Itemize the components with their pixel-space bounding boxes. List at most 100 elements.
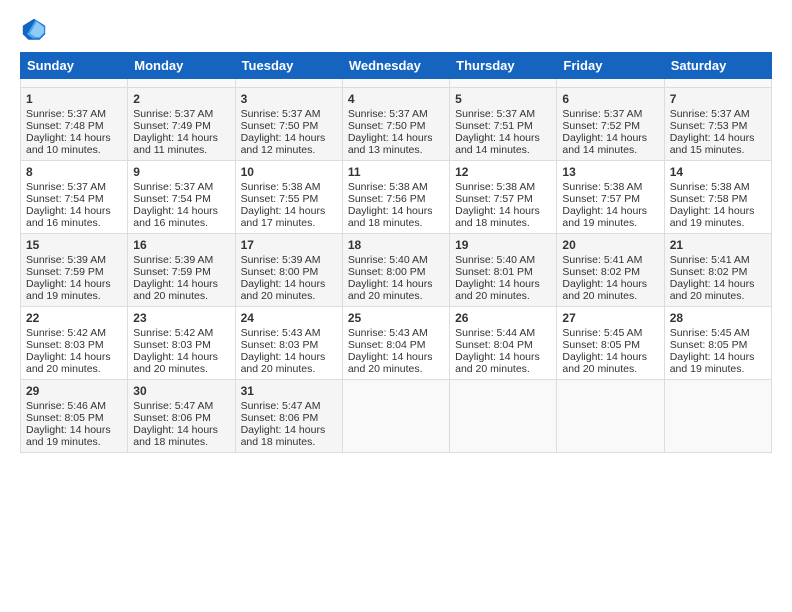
- day-number: 16: [133, 238, 229, 252]
- cell-info: Sunrise: 5:37 AMSunset: 7:54 PMDaylight:…: [133, 181, 218, 229]
- cell-info: Sunrise: 5:37 AMSunset: 7:52 PMDaylight:…: [562, 108, 647, 156]
- cell-info: Sunrise: 5:39 AMSunset: 8:00 PMDaylight:…: [241, 254, 326, 302]
- calendar-cell: 23 Sunrise: 5:42 AMSunset: 8:03 PMDayligh…: [128, 307, 235, 380]
- calendar-header-row: SundayMondayTuesdayWednesdayThursdayFrid…: [21, 53, 772, 79]
- calendar-cell: 15 Sunrise: 5:39 AMSunset: 7:59 PMDayligh…: [21, 234, 128, 307]
- calendar-week-row: 1 Sunrise: 5:37 AMSunset: 7:48 PMDaylight…: [21, 88, 772, 161]
- day-number: 25: [348, 311, 444, 325]
- logo: [20, 16, 52, 44]
- cell-info: Sunrise: 5:37 AMSunset: 7:53 PMDaylight:…: [670, 108, 755, 156]
- calendar-week-row: 15 Sunrise: 5:39 AMSunset: 7:59 PMDayligh…: [21, 234, 772, 307]
- day-number: 8: [26, 165, 122, 179]
- day-number: 2: [133, 92, 229, 106]
- calendar-cell: 1 Sunrise: 5:37 AMSunset: 7:48 PMDaylight…: [21, 88, 128, 161]
- cell-info: Sunrise: 5:39 AMSunset: 7:59 PMDaylight:…: [133, 254, 218, 302]
- calendar-cell: 29 Sunrise: 5:46 AMSunset: 8:05 PMDayligh…: [21, 380, 128, 453]
- day-number: 15: [26, 238, 122, 252]
- calendar-cell: 4Sunrise: 5:37 AMSunset: 7:50 PMDaylight…: [342, 88, 449, 161]
- day-number: 11: [348, 165, 444, 179]
- day-number: 13: [562, 165, 658, 179]
- day-number: 18: [348, 238, 444, 252]
- cell-info: Sunrise: 5:38 AMSunset: 7:57 PMDaylight:…: [455, 181, 540, 229]
- day-number: 22: [26, 311, 122, 325]
- cell-info: Sunrise: 5:37 AMSunset: 7:54 PMDaylight:…: [26, 181, 111, 229]
- calendar-cell: 2 Sunrise: 5:37 AMSunset: 7:49 PMDaylight…: [128, 88, 235, 161]
- calendar-cell: 22Sunrise: 5:42 AMSunset: 8:03 PMDayligh…: [21, 307, 128, 380]
- calendar-table: SundayMondayTuesdayWednesdayThursdayFrid…: [20, 52, 772, 453]
- calendar-cell: 14 Sunrise: 5:38 AMSunset: 7:58 PMDayligh…: [664, 161, 771, 234]
- cell-info: Sunrise: 5:45 AMSunset: 8:05 PMDaylight:…: [562, 327, 647, 375]
- calendar-cell: [342, 380, 449, 453]
- day-number: 27: [562, 311, 658, 325]
- calendar-cell: 10 Sunrise: 5:38 AMSunset: 7:55 PMDayligh…: [235, 161, 342, 234]
- day-number: 24: [241, 311, 337, 325]
- calendar-cell: 7 Sunrise: 5:37 AMSunset: 7:53 PMDaylight…: [664, 88, 771, 161]
- cell-info: Sunrise: 5:37 AMSunset: 7:49 PMDaylight:…: [133, 108, 218, 156]
- cell-info: Sunrise: 5:45 AMSunset: 8:05 PMDaylight:…: [670, 327, 755, 375]
- calendar-cell: [557, 79, 664, 88]
- day-number: 4: [348, 92, 444, 106]
- calendar-cell: 11Sunrise: 5:38 AMSunset: 7:56 PMDayligh…: [342, 161, 449, 234]
- day-number: 7: [670, 92, 766, 106]
- calendar-cell: 6 Sunrise: 5:37 AMSunset: 7:52 PMDaylight…: [557, 88, 664, 161]
- calendar-cell: 25 Sunrise: 5:43 AMSunset: 8:04 PMDayligh…: [342, 307, 449, 380]
- cell-info: Sunrise: 5:40 AMSunset: 8:00 PMDaylight:…: [348, 254, 433, 302]
- day-number: 21: [670, 238, 766, 252]
- cell-info: Sunrise: 5:42 AMSunset: 8:03 PMDaylight:…: [133, 327, 218, 375]
- calendar-cell: 17 Sunrise: 5:39 AMSunset: 8:00 PMDayligh…: [235, 234, 342, 307]
- calendar-cell: 18 Sunrise: 5:40 AMSunset: 8:00 PMDayligh…: [342, 234, 449, 307]
- calendar-cell: 31 Sunrise: 5:47 AMSunset: 8:06 PMDayligh…: [235, 380, 342, 453]
- day-number: 17: [241, 238, 337, 252]
- cell-info: Sunrise: 5:38 AMSunset: 7:55 PMDaylight:…: [241, 181, 326, 229]
- calendar-cell: 5Sunrise: 5:37 AMSunset: 7:51 PMDaylight…: [450, 88, 557, 161]
- column-header-friday: Friday: [557, 53, 664, 79]
- cell-info: Sunrise: 5:43 AMSunset: 8:03 PMDaylight:…: [241, 327, 326, 375]
- cell-info: Sunrise: 5:47 AMSunset: 8:06 PMDaylight:…: [241, 400, 326, 448]
- column-header-thursday: Thursday: [450, 53, 557, 79]
- calendar-cell: 9Sunrise: 5:37 AMSunset: 7:54 PMDaylight…: [128, 161, 235, 234]
- calendar-cell: 16 Sunrise: 5:39 AMSunset: 7:59 PMDayligh…: [128, 234, 235, 307]
- calendar-cell: 24 Sunrise: 5:43 AMSunset: 8:03 PMDayligh…: [235, 307, 342, 380]
- header: [20, 16, 772, 44]
- day-number: 14: [670, 165, 766, 179]
- calendar-cell: 21Sunrise: 5:41 AMSunset: 8:02 PMDayligh…: [664, 234, 771, 307]
- calendar-cell: 28 Sunrise: 5:45 AMSunset: 8:05 PMDayligh…: [664, 307, 771, 380]
- day-number: 3: [241, 92, 337, 106]
- cell-info: Sunrise: 5:38 AMSunset: 7:58 PMDaylight:…: [670, 181, 755, 229]
- calendar-cell: 8 Sunrise: 5:37 AMSunset: 7:54 PMDaylight…: [21, 161, 128, 234]
- day-number: 23: [133, 311, 229, 325]
- day-number: 12: [455, 165, 551, 179]
- day-number: 10: [241, 165, 337, 179]
- calendar-cell: [21, 79, 128, 88]
- calendar-cell: [128, 79, 235, 88]
- calendar-week-row: [21, 79, 772, 88]
- day-number: 6: [562, 92, 658, 106]
- cell-info: Sunrise: 5:37 AMSunset: 7:48 PMDaylight:…: [26, 108, 111, 156]
- calendar-cell: 13 Sunrise: 5:38 AMSunset: 7:57 PMDayligh…: [557, 161, 664, 234]
- cell-info: Sunrise: 5:43 AMSunset: 8:04 PMDaylight:…: [348, 327, 433, 375]
- calendar-cell: [450, 79, 557, 88]
- cell-info: Sunrise: 5:41 AMSunset: 8:02 PMDaylight:…: [562, 254, 647, 302]
- cell-info: Sunrise: 5:39 AMSunset: 7:59 PMDaylight:…: [26, 254, 111, 302]
- day-number: 26: [455, 311, 551, 325]
- cell-info: Sunrise: 5:37 AMSunset: 7:51 PMDaylight:…: [455, 108, 540, 156]
- calendar-week-row: 29 Sunrise: 5:46 AMSunset: 8:05 PMDayligh…: [21, 380, 772, 453]
- calendar-cell: 26 Sunrise: 5:44 AMSunset: 8:04 PMDayligh…: [450, 307, 557, 380]
- column-header-tuesday: Tuesday: [235, 53, 342, 79]
- calendar-cell: [664, 380, 771, 453]
- calendar-cell: 30Sunrise: 5:47 AMSunset: 8:06 PMDayligh…: [128, 380, 235, 453]
- day-number: 29: [26, 384, 122, 398]
- calendar-cell: 20 Sunrise: 5:41 AMSunset: 8:02 PMDayligh…: [557, 234, 664, 307]
- day-number: 30: [133, 384, 229, 398]
- cell-info: Sunrise: 5:38 AMSunset: 7:57 PMDaylight:…: [562, 181, 647, 229]
- day-number: 19: [455, 238, 551, 252]
- column-header-saturday: Saturday: [664, 53, 771, 79]
- cell-info: Sunrise: 5:44 AMSunset: 8:04 PMDaylight:…: [455, 327, 540, 375]
- calendar-cell: [450, 380, 557, 453]
- day-number: 31: [241, 384, 337, 398]
- day-number: 1: [26, 92, 122, 106]
- day-number: 20: [562, 238, 658, 252]
- cell-info: Sunrise: 5:40 AMSunset: 8:01 PMDaylight:…: [455, 254, 540, 302]
- day-number: 28: [670, 311, 766, 325]
- cell-info: Sunrise: 5:46 AMSunset: 8:05 PMDaylight:…: [26, 400, 111, 448]
